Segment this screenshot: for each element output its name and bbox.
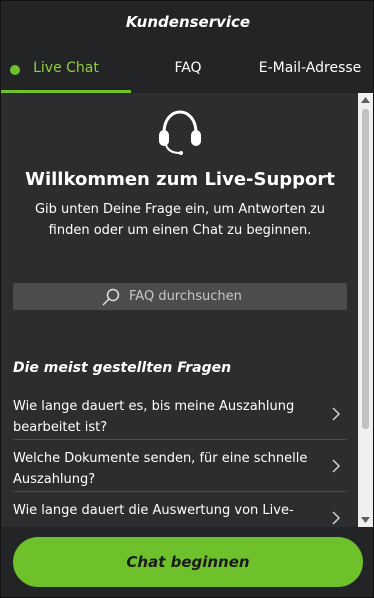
tab-email[interactable]: E-Mail-Adresse <box>245 55 373 93</box>
widget-header: Kundenservice Live Chat FAQ E-Mail-Adres… <box>1 1 373 93</box>
faq-item[interactable]: Welche Dokumente senden, für eine schnel… <box>13 440 347 492</box>
tab-live-chat-label: Live Chat <box>33 60 99 76</box>
headset-icon <box>156 107 204 159</box>
widget-title: Kundenservice <box>125 13 251 31</box>
faq-item[interactable]: Wie lange dauert es, bis meine Auszahlun… <box>13 388 347 440</box>
scrollbar[interactable] <box>358 93 373 527</box>
widget-footer: Chat beginnen <box>1 527 373 597</box>
chevron-right-icon <box>331 510 341 527</box>
faq-heading: Die meist gestellten Fragen <box>13 360 232 376</box>
faq-search-box[interactable] <box>13 283 347 310</box>
chevron-right-icon <box>331 406 341 426</box>
tab-faq[interactable]: FAQ <box>131 55 245 93</box>
welcome-text: Gib unten Deine Frage ein, um Antworten … <box>34 202 326 238</box>
faq-item[interactable]: Wie lange dauert die Auswertung von Live… <box>13 492 347 527</box>
tab-email-label: E-Mail-Adresse <box>258 60 362 76</box>
welcome-title: Willkommen zum Live-Support <box>25 169 335 190</box>
support-widget: Kundenservice Live Chat FAQ E-Mail-Adres… <box>0 0 374 598</box>
start-chat-button[interactable]: Chat beginnen <box>13 537 363 587</box>
tab-faq-label: FAQ <box>174 60 202 76</box>
faq-item-text: Wie lange dauert die Auswertung von Live… <box>13 503 294 518</box>
tab-live-chat[interactable]: Live Chat <box>1 55 131 93</box>
faq-search-input[interactable] <box>129 289 259 304</box>
scrollbar-thumb[interactable] <box>362 109 369 429</box>
faq-item-text: Wie lange dauert es, bis meine Auszahlun… <box>13 399 295 435</box>
chevron-right-icon <box>331 458 341 478</box>
tab-bar: Live Chat FAQ E-Mail-Adresse <box>1 55 373 93</box>
online-status-dot <box>10 65 20 75</box>
scroll-up-arrow-icon[interactable] <box>358 93 373 107</box>
scroll-down-arrow-icon[interactable] <box>358 513 373 527</box>
faq-list: Wie lange dauert es, bis meine Auszahlun… <box>13 388 347 527</box>
live-chat-panel: Willkommen zum Live-Support Gib unten De… <box>1 93 359 527</box>
search-icon <box>101 288 121 306</box>
faq-item-text: Welche Dokumente senden, für eine schnel… <box>13 451 308 487</box>
